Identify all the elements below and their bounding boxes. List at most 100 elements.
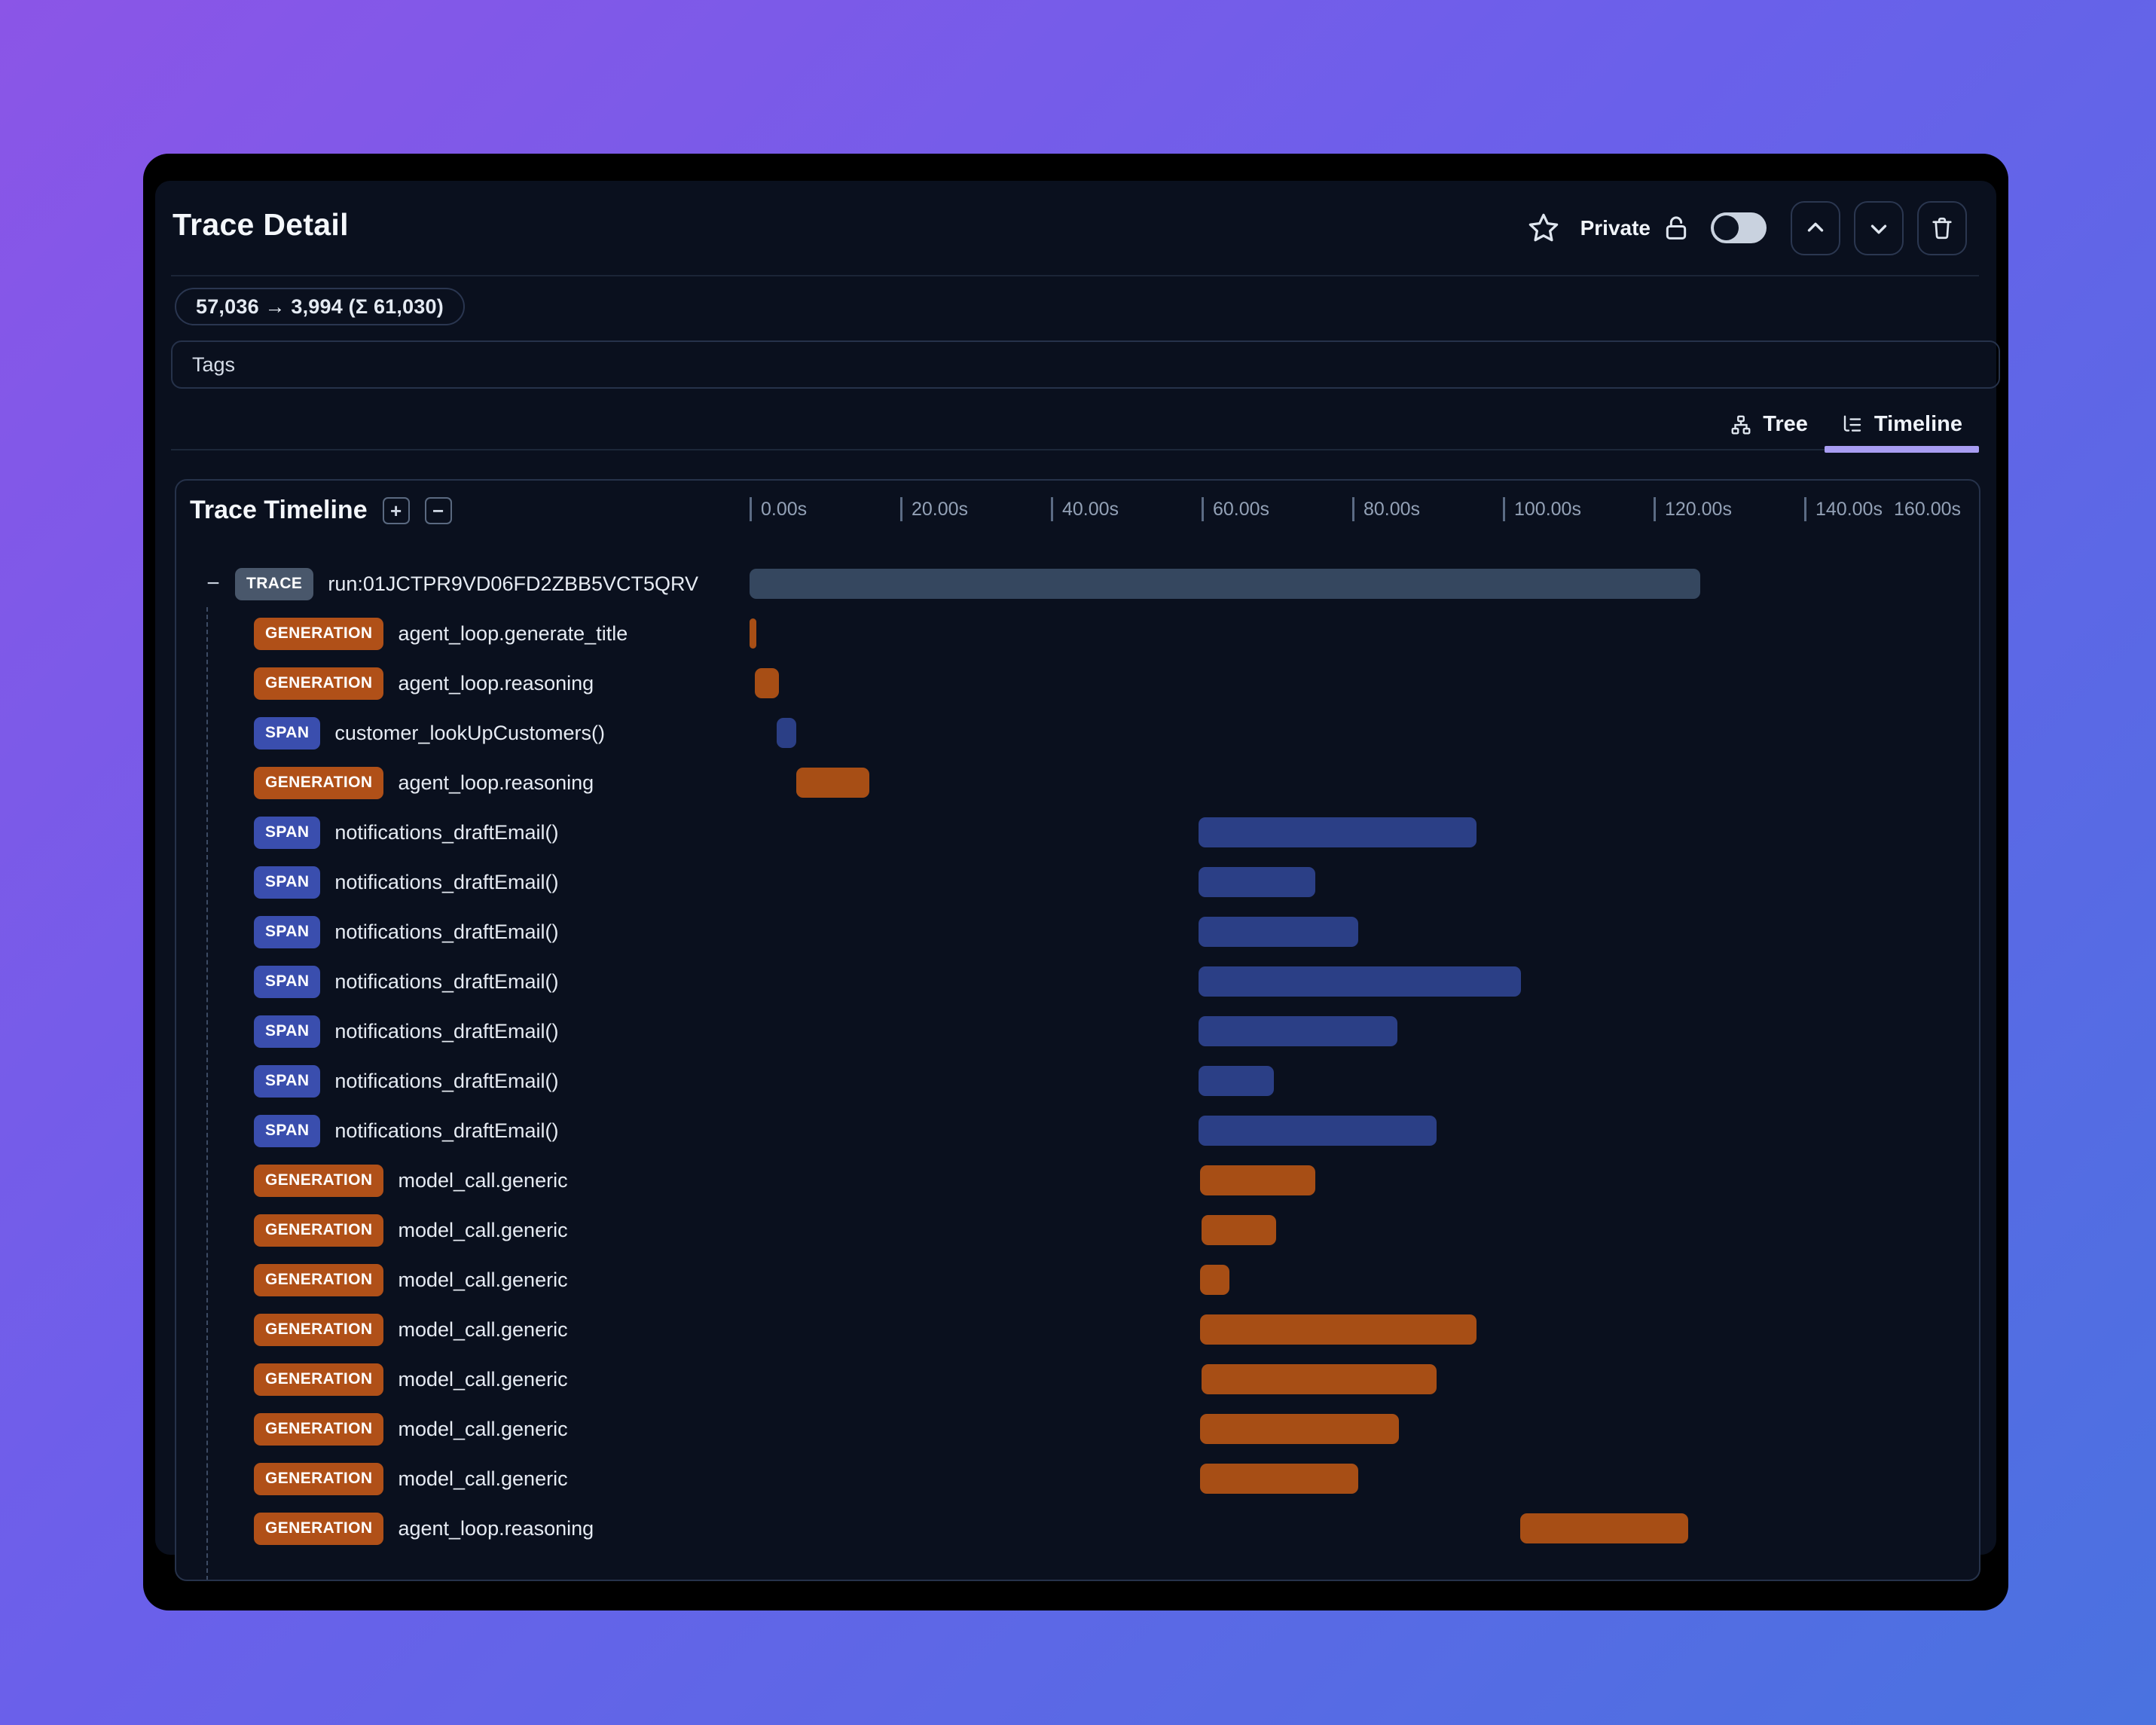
timeline-row[interactable]: SPAN notifications_draftEmail() (176, 1006, 1979, 1056)
observation-type-badge: SPAN (254, 965, 321, 998)
timeline-bar[interactable] (754, 668, 779, 698)
timeline-row[interactable]: GENERATION model_call.generic (176, 1454, 1979, 1504)
row-track (750, 658, 1955, 708)
toggle-knob (1714, 215, 1739, 240)
timeline-row[interactable]: SPAN notifications_draftEmail() (176, 857, 1979, 907)
time-axis-end-label: 160.00s (1894, 499, 1961, 520)
row-track (750, 907, 1955, 957)
timeline-row[interactable]: GENERATION model_call.generic (176, 1354, 1979, 1404)
timeline-row[interactable]: GENERATION model_call.generic (176, 1305, 1979, 1354)
timeline-bar[interactable] (1200, 1265, 1229, 1295)
timeline-bar[interactable] (1199, 817, 1477, 847)
timeline-row[interactable]: GENERATION model_call.generic (176, 1205, 1979, 1255)
timeline-bar[interactable] (796, 768, 869, 798)
timeline-row[interactable]: GENERATION agent_loop.reasoning (176, 1504, 1979, 1553)
row-track (750, 609, 1955, 658)
time-axis-tick: 80.00s (1352, 497, 1420, 521)
observation-name: notifications_draftEmail() (334, 870, 559, 893)
privacy-toggle[interactable] (1711, 212, 1767, 243)
timeline-bar[interactable] (1199, 917, 1358, 947)
tags-box[interactable]: Tags (171, 340, 2000, 389)
trace-timeline-card: Trace Timeline + − 160.00s 0.00s 20.00s 40… (175, 479, 1980, 1581)
row-track (750, 1404, 1955, 1454)
timeline-row[interactable]: SPAN notifications_draftEmail() (176, 808, 1979, 857)
timeline-bar[interactable] (1200, 1165, 1315, 1195)
observation-name: notifications_draftEmail() (334, 1119, 559, 1142)
observation-type-badge: GENERATION (254, 617, 384, 650)
row-label: SPAN notifications_draftEmail() (176, 1006, 827, 1056)
observation-type-badge: GENERATION (254, 1412, 384, 1446)
tick-mark (1051, 497, 1053, 521)
observation-type-badge: GENERATION (254, 766, 384, 799)
timeline-row[interactable]: − TRACE run:01JCTPR9VD06FD2ZBB5VCT5QRV (176, 559, 1979, 609)
observation-name: notifications_draftEmail() (334, 920, 559, 943)
tab-tree[interactable]: Tree (1713, 412, 1825, 449)
star-icon[interactable] (1526, 211, 1561, 246)
row-track (750, 1354, 1955, 1404)
timeline-row[interactable]: SPAN customer_lookUpCustomers() (176, 708, 1979, 758)
timeline-row[interactable]: GENERATION model_call.generic (176, 1404, 1979, 1454)
chevron-up-icon (1803, 215, 1828, 241)
timeline-row[interactable]: GENERATION agent_loop.reasoning (176, 658, 1979, 708)
next-observation-button[interactable] (1854, 200, 1904, 255)
row-track (750, 1255, 1955, 1305)
token-usage-badge[interactable]: 57,036 → 3,994 (Σ 61,030) (175, 288, 465, 325)
timeline-bar[interactable] (1200, 1314, 1477, 1345)
delete-trace-button[interactable] (1917, 200, 1967, 255)
timeline-bar[interactable] (1199, 966, 1521, 997)
observation-type-badge: GENERATION (254, 1164, 384, 1197)
timeline-row[interactable]: GENERATION model_call.generic (176, 1255, 1979, 1305)
observation-type-badge: SPAN (254, 866, 321, 899)
observation-name: model_call.generic (398, 1417, 568, 1440)
tab-timeline-label: Timeline (1874, 412, 1962, 436)
timeline-bar[interactable] (777, 718, 796, 748)
timeline-row[interactable]: SPAN notifications_draftEmail() (176, 907, 1979, 957)
timeline-bar[interactable] (1520, 1513, 1688, 1543)
timeline-bar[interactable] (750, 618, 756, 649)
tick-label: 40.00s (1062, 499, 1119, 520)
tick-mark (900, 497, 902, 521)
timeline-row[interactable]: SPAN notifications_draftEmail() (176, 1056, 1979, 1106)
trace-detail-window: Trace Detail Private 57,036 → 3,994 (Σ 6… (143, 154, 2008, 1611)
tick-mark (1202, 497, 1204, 521)
timeline-row[interactable]: SPAN notifications_draftEmail() (176, 957, 1979, 1006)
privacy-control: Private (1580, 213, 1691, 243)
timeline-bar[interactable] (1200, 1464, 1358, 1494)
row-label: GENERATION agent_loop.generate_title (176, 609, 827, 658)
observation-type-badge: SPAN (254, 915, 321, 948)
tab-timeline[interactable]: Timeline (1824, 412, 1979, 453)
row-label: GENERATION agent_loop.reasoning (176, 1504, 827, 1553)
timeline-row[interactable]: SPAN notifications_draftEmail() (176, 1106, 1979, 1156)
observation-name: model_call.generic (398, 1268, 568, 1291)
timeline-bar[interactable] (1200, 1414, 1399, 1444)
trace-timeline-header: Trace Timeline + − (190, 496, 452, 525)
timeline-bar[interactable] (1199, 1016, 1397, 1046)
timeline-row[interactable]: GENERATION model_call.generic (176, 1156, 1979, 1205)
observation-name: model_call.generic (398, 1218, 568, 1241)
timeline-bar[interactable] (1202, 1215, 1276, 1245)
timeline-row[interactable]: GENERATION agent_loop.generate_title (176, 609, 1979, 658)
tick-label: 140.00s (1815, 499, 1883, 520)
collapse-row-toggle[interactable]: − (203, 572, 223, 595)
observation-type-badge: SPAN (254, 716, 321, 750)
row-track (750, 957, 1955, 1006)
row-label: SPAN notifications_draftEmail() (176, 1056, 827, 1106)
row-track (750, 708, 1955, 758)
timeline-bar[interactable] (750, 569, 1700, 599)
observation-name: model_call.generic (398, 1467, 568, 1490)
timeline-bar[interactable] (1199, 867, 1315, 897)
row-track (750, 808, 1955, 857)
collapse-all-button[interactable]: − (424, 496, 452, 524)
previous-observation-button[interactable] (1791, 200, 1840, 255)
row-track (750, 857, 1955, 907)
expand-all-button[interactable]: + (382, 496, 410, 524)
timeline-bar[interactable] (1199, 1066, 1274, 1096)
tab-tree-label: Tree (1763, 412, 1808, 436)
timeline-bar[interactable] (1199, 1116, 1437, 1146)
observation-name: agent_loop.reasoning (398, 1516, 594, 1540)
timeline-row[interactable]: GENERATION agent_loop.reasoning (176, 758, 1979, 808)
timeline-bar[interactable] (1202, 1364, 1437, 1394)
observation-type-badge: GENERATION (254, 1512, 384, 1545)
observation-name: notifications_draftEmail() (334, 1069, 559, 1092)
time-axis-tick: 20.00s (900, 497, 968, 521)
